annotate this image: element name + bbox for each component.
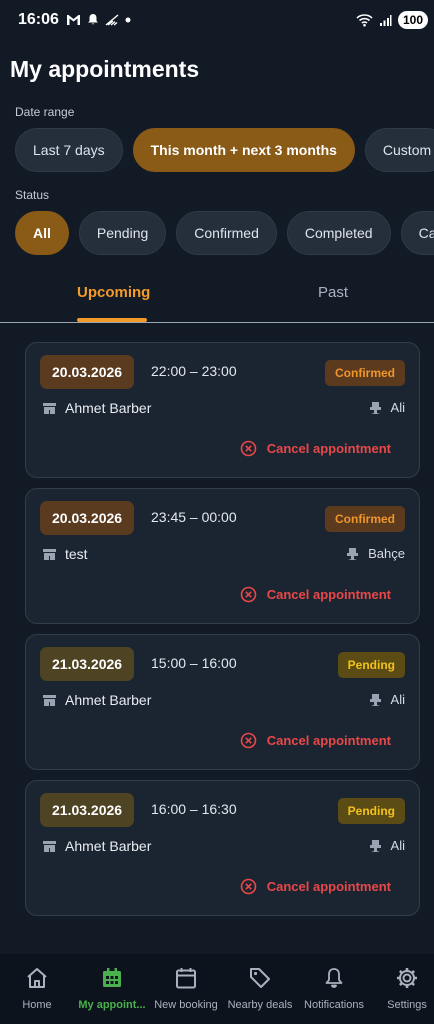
shop-info: Ahmet Barber <box>42 838 151 854</box>
cancel-label: Cancel appointment <box>266 733 391 748</box>
wifi-icon <box>356 13 373 27</box>
store-icon <box>42 694 57 707</box>
appointment-card[interactable]: 20.03.2026 23:45 – 00:00 Confirmed test … <box>25 488 420 624</box>
store-icon <box>42 840 57 853</box>
tab-upcoming[interactable]: Upcoming <box>77 284 150 301</box>
cancel-circle-icon <box>240 586 257 603</box>
dot-icon <box>125 17 131 23</box>
status-bar: 16:06 100 <box>0 0 434 44</box>
cancel-circle-icon <box>240 732 257 749</box>
staff-info: Bahçe <box>345 546 405 561</box>
cancel-circle-icon <box>240 878 257 895</box>
shop-info: Ahmet Barber <box>42 400 151 416</box>
cancel-appointment-button[interactable]: Cancel appointment <box>240 440 391 457</box>
status-badge: Confirmed <box>325 360 405 386</box>
cancel-appointment-button[interactable]: Cancel appointment <box>240 878 391 895</box>
barber-chair-icon <box>345 547 360 561</box>
appointment-date: 21.03.2026 <box>40 647 135 681</box>
chip-last-7-days[interactable]: Last 7 days <box>15 128 123 172</box>
shop-name: Ahmet Barber <box>65 400 152 416</box>
appointment-date: 20.03.2026 <box>40 355 135 389</box>
bell-icon <box>322 966 346 990</box>
store-icon <box>42 402 57 415</box>
store-icon <box>42 548 57 561</box>
status-icons-left <box>66 13 131 26</box>
status-time: 16:06 <box>18 11 59 28</box>
status-label: Status <box>15 188 50 202</box>
status-badge: Pending <box>337 652 405 678</box>
bottom-navigation: Home My appoint... New booking Nearby de… <box>0 954 434 1024</box>
appointments-grid-icon <box>100 966 124 990</box>
cancel-appointment-button[interactable]: Cancel appointment <box>240 586 391 603</box>
staff-name: Ali <box>390 692 405 707</box>
appointment-card[interactable]: 21.03.2026 16:00 – 16:30 Pending Ahmet B… <box>25 780 420 916</box>
signal-off-icon <box>105 13 119 26</box>
cell-signal-icon <box>379 14 392 27</box>
nav-label: Notifications <box>304 999 364 1011</box>
chip-status-cancelled[interactable]: Ca <box>400 211 434 255</box>
chip-status-pending[interactable]: Pending <box>78 211 167 255</box>
nav-nearby-deals[interactable]: Nearby deals <box>225 966 295 1011</box>
barber-chair-icon <box>368 839 383 853</box>
gmail-icon <box>66 14 81 26</box>
chip-status-confirmed[interactable]: Confirmed <box>176 211 277 255</box>
chip-custom[interactable]: Custom <box>364 128 434 172</box>
gear-icon <box>395 966 419 990</box>
shop-name: Ahmet Barber <box>65 838 152 854</box>
appointment-card[interactable]: 20.03.2026 22:00 – 23:00 Confirmed Ahmet… <box>25 342 420 478</box>
status-chips: All Pending Confirmed Completed Ca <box>15 211 434 255</box>
page-title: My appointments <box>10 56 200 82</box>
home-icon <box>25 966 49 990</box>
shop-name: Ahmet Barber <box>65 692 152 708</box>
appointment-tabs: Upcoming Past <box>0 270 434 323</box>
shop-info: Ahmet Barber <box>42 692 151 708</box>
tag-icon <box>248 966 272 990</box>
nav-label: Settings <box>387 999 427 1011</box>
barber-chair-icon <box>368 401 383 415</box>
chip-status-completed[interactable]: Completed <box>286 211 391 255</box>
appointment-time: 15:00 – 16:00 <box>151 655 237 671</box>
cancel-circle-icon <box>240 440 257 457</box>
appointment-date: 20.03.2026 <box>40 501 135 535</box>
chip-this-month-next-3-months[interactable]: This month + next 3 months <box>132 128 355 172</box>
staff-name: Ali <box>390 400 405 415</box>
appointment-time: 22:00 – 23:00 <box>151 363 237 379</box>
shop-name: test <box>65 546 88 562</box>
status-badge: Confirmed <box>325 506 405 532</box>
cancel-label: Cancel appointment <box>266 441 391 456</box>
battery-indicator: 100 <box>397 11 428 29</box>
nav-my-appointments[interactable]: My appoint... <box>76 966 148 1011</box>
appointment-card[interactable]: 21.03.2026 15:00 – 16:00 Pending Ahmet B… <box>25 634 420 770</box>
nav-new-booking[interactable]: New booking <box>151 966 221 1011</box>
appointment-date: 21.03.2026 <box>40 793 135 827</box>
staff-info: Ali <box>368 692 405 707</box>
status-badge: Pending <box>337 798 405 824</box>
barber-chair-icon <box>368 693 383 707</box>
staff-name: Bahçe <box>368 546 405 561</box>
date-range-label: Date range <box>15 105 75 119</box>
tab-indicator <box>77 318 147 322</box>
tab-past[interactable]: Past <box>318 284 348 301</box>
shop-info: test <box>42 546 88 562</box>
staff-name: Ali <box>390 838 405 853</box>
nav-label: Nearby deals <box>227 999 293 1011</box>
bell-icon <box>87 13 99 26</box>
cancel-label: Cancel appointment <box>266 587 391 602</box>
nav-label: My appoint... <box>78 999 146 1011</box>
appointment-time: 23:45 – 00:00 <box>151 509 237 525</box>
nav-label: New booking <box>154 999 218 1011</box>
cancel-appointment-button[interactable]: Cancel appointment <box>240 732 391 749</box>
nav-settings[interactable]: Settings <box>384 966 430 1011</box>
cancel-label: Cancel appointment <box>266 879 391 894</box>
nav-notifications[interactable]: Notifications <box>299 966 369 1011</box>
calendar-icon <box>174 966 198 990</box>
staff-info: Ali <box>368 400 405 415</box>
nav-home[interactable]: Home <box>17 966 57 1011</box>
staff-info: Ali <box>368 838 405 853</box>
nav-label: Home <box>22 999 52 1011</box>
chip-status-all[interactable]: All <box>15 211 69 255</box>
date-range-chips: Last 7 days This month + next 3 months C… <box>15 128 434 172</box>
status-icons-right: 100 <box>356 11 428 29</box>
appointment-time: 16:00 – 16:30 <box>151 801 237 817</box>
